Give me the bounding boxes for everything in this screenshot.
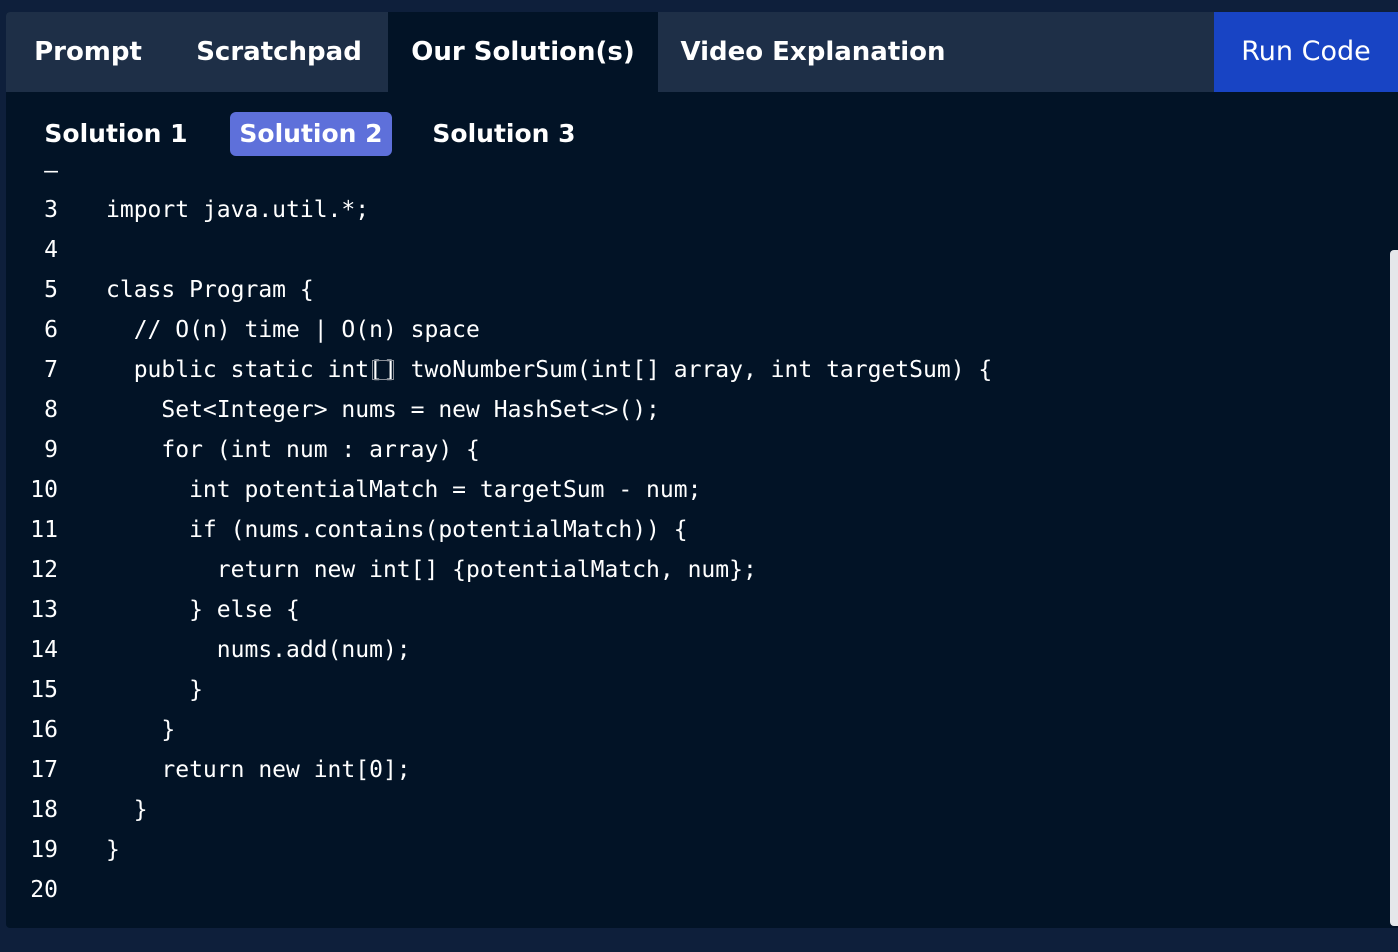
code-line[interactable]: } (106, 790, 148, 830)
solution-1-tab[interactable]: Solution 1 (36, 112, 196, 156)
editor-scrollbar[interactable] (1390, 250, 1398, 926)
line-number: 6 (44, 317, 58, 343)
tab-scratchpad[interactable]: Scratchpad (170, 12, 388, 92)
tab-our-solutions[interactable]: Our Solution(s) (388, 12, 658, 92)
line-number: 8 (44, 397, 58, 423)
solutions-panel: Prompt Scratchpad Our Solution(s) Video … (6, 12, 1398, 928)
line-number: 18 (30, 797, 58, 823)
line-number: 10 (30, 477, 58, 503)
code-line[interactable]: } (106, 830, 120, 870)
line-number: 9 (44, 437, 58, 463)
solution-2-tab[interactable]: Solution 2 (230, 112, 392, 156)
code-text: public static int (106, 357, 370, 383)
line-number: 5 (44, 277, 58, 303)
tab-bar: Prompt Scratchpad Our Solution(s) Video … (6, 12, 1398, 92)
code-line[interactable]: public static int[] twoNumberSum(int[] a… (106, 350, 993, 390)
bracket-match-highlight: [] (369, 357, 397, 383)
line-number: 13 (30, 597, 58, 623)
line-number: 20 (30, 877, 58, 903)
code-line[interactable]: return new int[0]; (106, 750, 410, 790)
code-line[interactable]: for (int num : array) { (106, 430, 480, 470)
code-line[interactable]: } (106, 670, 203, 710)
line-number: 11 (30, 517, 58, 543)
line-number: 15 (30, 677, 58, 703)
line-number: 7 (44, 357, 58, 383)
line-number: 3 (44, 197, 58, 223)
code-line[interactable]: // O(n) time | O(n) space (106, 310, 480, 350)
code-line[interactable]: class Program { (106, 270, 314, 310)
code-line[interactable]: if (nums.contains(potentialMatch)) { (106, 510, 688, 550)
line-number: 19 (30, 837, 58, 863)
tab-prompt[interactable]: Prompt (6, 12, 170, 92)
partial-line-number: – (44, 158, 58, 184)
run-code-button[interactable]: Run Code (1214, 12, 1398, 92)
tab-video-explanation[interactable]: Video Explanation (658, 12, 968, 92)
line-number: 12 (30, 557, 58, 583)
line-number: 16 (30, 717, 58, 743)
code-line[interactable]: int potentialMatch = targetSum - num; (106, 470, 701, 510)
code-line[interactable]: return new int[] {potentialMatch, num}; (106, 550, 757, 590)
code-line[interactable]: } (106, 710, 175, 750)
solution-3-tab[interactable]: Solution 3 (424, 112, 584, 156)
code-line[interactable]: nums.add(num); (106, 630, 411, 670)
code-text: twoNumberSum(int[] array, int targetSum)… (396, 357, 993, 383)
line-number: 14 (30, 637, 58, 663)
line-number: 17 (30, 757, 58, 783)
code-line[interactable]: Set<Integer> nums = new HashSet<>(); (106, 390, 660, 430)
line-number: 4 (44, 237, 58, 263)
code-line[interactable]: } else { (106, 590, 300, 630)
code-line[interactable]: import java.util.*; (106, 190, 369, 230)
